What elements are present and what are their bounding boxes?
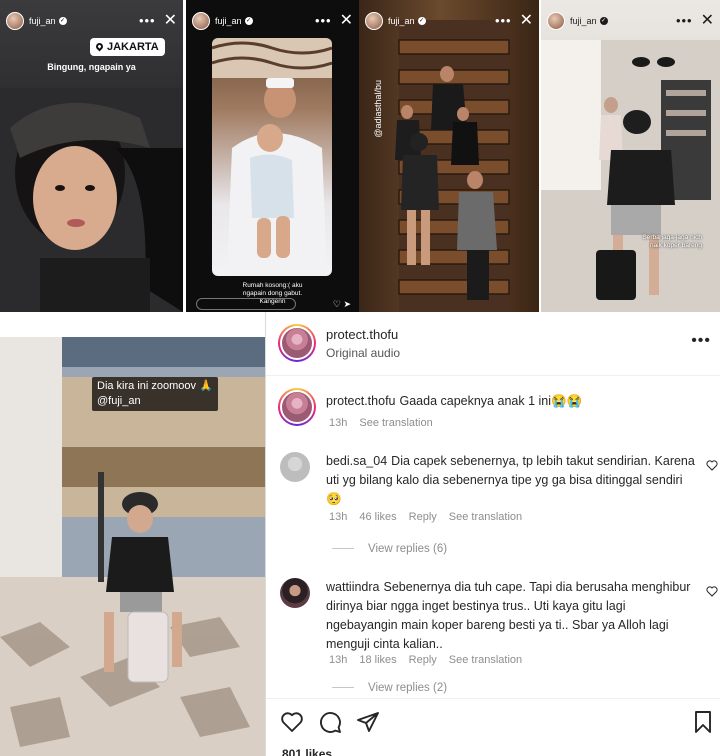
close-icon[interactable]: ✕: [701, 13, 714, 29]
story-caption-line: ngapain dong gabut.: [242, 290, 303, 297]
story-3-photo: [395, 20, 510, 312]
comment-meta: 13h See translation: [329, 417, 445, 429]
story-1-photo: [0, 88, 183, 312]
verified-icon: ✓: [417, 17, 426, 25]
comment-text: protect.thofu Gaada capeknya anak 1 ini😭😭: [326, 392, 698, 411]
like-comment-icon[interactable]: [706, 586, 718, 597]
comment-body: Gaada capeknya anak 1 ini😭😭: [399, 394, 583, 408]
avatar[interactable]: [192, 12, 210, 30]
audio-link[interactable]: Original audio: [326, 346, 400, 360]
post-header: protect.thofu Original audio •••: [266, 312, 720, 376]
see-translation-link[interactable]: See translation: [449, 511, 522, 523]
location-sticker[interactable]: JAKARTA: [90, 38, 165, 56]
story-caption-line: naik koper bareng: [649, 242, 702, 249]
comment-username[interactable]: bedi.sa_04: [326, 454, 387, 468]
story-reply-input[interactable]: [196, 298, 296, 310]
reel-video[interactable]: Dia kira ini zoomoov 🙏 @fuji_an: [0, 337, 265, 756]
commenter-avatar[interactable]: [278, 388, 316, 426]
close-icon[interactable]: ✕: [164, 13, 177, 29]
avatar[interactable]: [365, 12, 383, 30]
view-replies-button[interactable]: View replies (2): [332, 682, 447, 694]
more-icon[interactable]: •••: [691, 332, 711, 350]
comment-likes[interactable]: 46 likes: [359, 511, 396, 523]
view-replies-label: View replies (2): [368, 682, 448, 694]
reel-caption-line: Dia kira ini zoomoov 🙏: [97, 380, 213, 392]
story-username[interactable]: fuji_an: [388, 16, 415, 26]
story-panel-3[interactable]: fuji_an ✓ ••• ✕ @adiasthal/bu: [359, 0, 539, 312]
story-caption: Bingung, ngapain ya: [47, 62, 136, 72]
reel-caption-mention[interactable]: @fuji_an: [97, 394, 213, 409]
post-username[interactable]: protect.thofu: [326, 327, 398, 342]
verified-icon: ✓: [244, 17, 253, 25]
post-like-count[interactable]: 801 likes: [282, 747, 332, 756]
story-4-header: fuji_an ✓ ••• ✕: [547, 10, 714, 32]
story-2-photo: [212, 38, 332, 276]
story-send-icon[interactable]: ♡ ➤: [333, 299, 351, 310]
comment-time: 13h: [329, 511, 348, 523]
comment-item: wattiindra Sebenernya dia tuh cape. Tapi …: [266, 578, 720, 702]
story-caption: Serba jaga-jaga nich naik koper bareng: [622, 234, 702, 250]
comment-meta: 13h 46 likes Reply See translation: [329, 511, 534, 523]
close-icon[interactable]: ✕: [340, 13, 353, 29]
comment-text: bedi.sa_04 Dia capek sebenernya, tp lebih…: [326, 452, 698, 509]
story-username[interactable]: fuji_an: [570, 16, 597, 26]
comment-username[interactable]: protect.thofu: [326, 394, 396, 408]
story-panel-2[interactable]: fuji_an ✓ ••• ✕ Rumah kosong:( aku ngapa…: [186, 0, 359, 312]
comments-panel: protect.thofu Original audio ••• protect…: [265, 312, 720, 756]
post-author-avatar[interactable]: [278, 324, 316, 362]
like-comment-icon[interactable]: [706, 460, 718, 471]
verified-icon: ✓: [599, 17, 608, 25]
reply-button[interactable]: Reply: [409, 654, 437, 666]
more-icon[interactable]: •••: [315, 14, 332, 27]
commenter-avatar[interactable]: [280, 452, 310, 482]
commenter-avatar[interactable]: [280, 578, 310, 608]
see-translation-link[interactable]: See translation: [449, 654, 522, 666]
story-4-photo: [541, 40, 720, 312]
more-icon[interactable]: •••: [676, 14, 693, 27]
story-2-header: fuji_an ✓ ••• ✕: [192, 10, 353, 32]
divider: [332, 548, 354, 550]
story-username[interactable]: fuji_an: [29, 16, 56, 26]
comment-likes[interactable]: 18 likes: [359, 654, 396, 666]
post-action-bar: 801 likes: [266, 698, 720, 756]
reel-caption: Dia kira ini zoomoov 🙏 @fuji_an: [92, 377, 218, 411]
location-pin-icon: [94, 41, 105, 52]
collage-page: fuji_an ✓ ••• ✕ JAKARTA Bingung, ngapain…: [0, 0, 720, 756]
view-replies-label: View replies (6): [368, 543, 448, 555]
verified-icon: ✓: [58, 17, 67, 25]
story-panel-4[interactable]: fuji_an ✓ ••• ✕ Serba jaga-jaga nich nai…: [541, 0, 720, 312]
story-3-header: fuji_an ✓ ••• ✕: [365, 10, 533, 32]
comment-text: wattiindra Sebenernya dia tuh cape. Tapi …: [326, 578, 698, 654]
location-label: JAKARTA: [107, 41, 159, 53]
avatar[interactable]: [547, 12, 565, 30]
more-icon[interactable]: •••: [139, 14, 156, 27]
see-translation-link[interactable]: See translation: [359, 417, 432, 429]
bookmark-icon[interactable]: [691, 710, 715, 734]
comment-username[interactable]: wattiindra: [326, 580, 380, 594]
story-username[interactable]: fuji_an: [215, 16, 242, 26]
comment-meta: 13h 18 likes Reply See translation: [329, 654, 534, 666]
comment-item: protect.thofu Gaada capeknya anak 1 ini😭😭…: [266, 388, 720, 438]
divider: [332, 687, 354, 689]
avatar[interactable]: [6, 12, 24, 30]
story-caption-line: Serba jaga-jaga nich: [642, 234, 702, 241]
heart-icon[interactable]: [280, 710, 304, 734]
more-icon[interactable]: •••: [495, 14, 512, 27]
story-panel-1[interactable]: fuji_an ✓ ••• ✕ JAKARTA Bingung, ngapain…: [0, 0, 183, 312]
share-icon[interactable]: [356, 710, 380, 734]
comment-body: Sebenernya dia tuh cape. Tapi dia berusa…: [326, 580, 691, 651]
comment-icon[interactable]: [318, 710, 342, 734]
comment-time: 13h: [329, 654, 348, 666]
comment-item: bedi.sa_04 Dia capek sebenernya, tp lebih…: [266, 450, 720, 560]
story-mention-tag[interactable]: @adiasthal/bu: [373, 80, 387, 138]
view-replies-button[interactable]: View replies (6): [332, 543, 447, 555]
story-1-header: fuji_an ✓ ••• ✕: [6, 10, 177, 32]
story-caption-line: Rumah kosong:( aku: [242, 282, 303, 289]
close-icon[interactable]: ✕: [520, 13, 533, 29]
reply-button[interactable]: Reply: [409, 511, 437, 523]
comment-time: 13h: [329, 417, 348, 429]
